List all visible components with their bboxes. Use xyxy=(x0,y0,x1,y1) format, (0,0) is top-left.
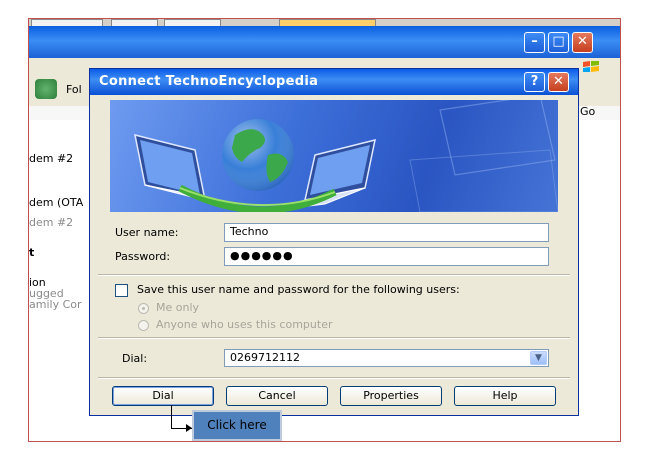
dial-button[interactable]: Dial xyxy=(112,386,214,406)
minimize-button[interactable]: – xyxy=(524,32,545,53)
divider xyxy=(98,274,570,276)
close-button[interactable]: ✕ xyxy=(572,32,593,53)
username-field[interactable]: Techno xyxy=(224,223,549,242)
dialog-titlebar[interactable]: Connect TechnoEncyclopedia ? ✕ xyxy=(90,69,578,95)
dialog-title: Connect TechnoEncyclopedia xyxy=(99,74,319,89)
background-window-titlebar: – □ ✕ xyxy=(29,26,620,58)
taskbar-strip xyxy=(29,19,620,27)
close-icon[interactable]: ✕ xyxy=(548,72,569,92)
dial-number-value: 0269712112 xyxy=(230,351,300,364)
folders-button-label[interactable]: Fol xyxy=(66,83,82,96)
list-item[interactable]: dem #2 xyxy=(29,216,73,229)
save-credentials-checkbox[interactable] xyxy=(115,284,128,297)
password-field[interactable]: ●●●●●● xyxy=(224,247,549,266)
folders-icon[interactable] xyxy=(35,79,57,99)
dial-label: Dial: xyxy=(122,352,148,365)
help-icon[interactable]: ? xyxy=(524,72,545,92)
list-item[interactable]: dem #2 xyxy=(29,152,73,165)
network-banner-image xyxy=(110,100,558,212)
cancel-button[interactable]: Cancel xyxy=(226,386,328,406)
properties-button[interactable]: Properties xyxy=(340,386,442,406)
list-item[interactable]: dem (OTA xyxy=(29,196,83,209)
anyone-radio[interactable] xyxy=(138,320,149,331)
group-header: t xyxy=(29,246,35,259)
list-item-detail: amily Cor xyxy=(29,298,82,311)
connect-dialog: Connect TechnoEncyclopedia ? ✕ User name… xyxy=(89,68,579,416)
username-label: User name: xyxy=(115,226,179,239)
password-label: Password: xyxy=(115,250,171,263)
divider xyxy=(98,337,570,339)
divider xyxy=(98,377,570,379)
save-credentials-label[interactable]: Save this user name and password for the… xyxy=(137,283,460,296)
dial-number-combobox[interactable]: 0269712112 ▼ xyxy=(224,349,549,367)
me-only-radio[interactable] xyxy=(138,303,149,314)
anyone-label: Anyone who uses this computer xyxy=(156,318,333,331)
click-here-callout: Click here xyxy=(192,410,282,441)
help-button[interactable]: Help xyxy=(454,386,556,406)
maximize-button[interactable]: □ xyxy=(548,32,569,53)
go-button[interactable]: Go xyxy=(580,105,595,118)
me-only-label: Me only xyxy=(156,301,200,314)
chevron-down-icon[interactable]: ▼ xyxy=(530,351,547,365)
